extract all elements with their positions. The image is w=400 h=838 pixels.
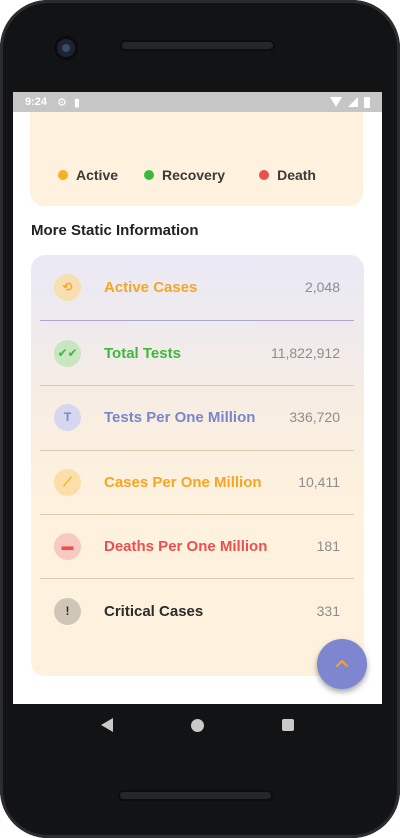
trending-up-icon: ⟋: [54, 468, 81, 496]
bottom-speaker: [118, 790, 273, 801]
bed-icon: ▬: [54, 532, 81, 560]
home-icon[interactable]: [191, 718, 204, 732]
chart-legend: Active Recovery Death: [58, 167, 316, 183]
chart-legend-card: Active Recovery Death: [30, 112, 363, 206]
signal-icon: [348, 97, 358, 107]
stat-label: Critical Cases: [104, 602, 204, 620]
t-letter-icon: T: [54, 403, 81, 431]
earpiece-speaker: [120, 40, 275, 51]
legend-label-active: Active: [76, 167, 119, 183]
status-indicators: [330, 96, 370, 108]
stat-row-deaths-per-million[interactable]: ▬ Deaths Per One Million 181: [31, 514, 364, 579]
stat-label: Cases Per One Million: [104, 473, 262, 491]
legend-label-recovery: Recovery: [162, 167, 226, 183]
double-check-icon: ✔✔: [54, 339, 81, 367]
chevron-up-icon: [336, 660, 348, 667]
stat-value: 181: [316, 538, 340, 555]
stat-value: 11,822,912: [270, 345, 340, 362]
status-bar: 9:24 ⚙ ▮: [13, 92, 382, 112]
stat-row-total-tests[interactable]: ✔✔ Total Tests 11,822,912: [31, 321, 364, 386]
stat-value: 336,720: [289, 409, 340, 426]
stat-row-critical-cases[interactable]: ! Critical Cases 331: [31, 579, 364, 644]
sd-card-icon: ▮: [73, 96, 80, 109]
legend-item-death: Death: [259, 167, 316, 183]
stat-label: Total Tests: [104, 344, 181, 362]
static-info-card: ⟲ Active Cases 2,048 ✔✔ Total Tests 11,8…: [31, 255, 364, 676]
history-icon: ⟲: [54, 273, 81, 301]
battery-icon: [364, 96, 370, 108]
gear-icon: ⚙: [57, 96, 67, 109]
legend-label-death: Death: [277, 167, 316, 183]
wifi-icon: [330, 97, 342, 107]
stat-label: Active Cases: [104, 278, 198, 296]
status-time: 9:24: [25, 96, 48, 108]
stat-value: 331: [316, 603, 340, 620]
stat-row-active-cases[interactable]: ⟲ Active Cases 2,048: [31, 255, 364, 320]
screen: 9:24 ⚙ ▮ Active Recovery Death More Stat…: [13, 92, 382, 704]
back-icon[interactable]: [101, 718, 113, 732]
front-camera: [57, 39, 75, 57]
legend-dot-recovery: [144, 170, 155, 180]
scroll-content[interactable]: Active Recovery Death More Static Inform…: [13, 112, 382, 704]
legend-item-active: Active: [58, 167, 118, 183]
alert-icon: !: [54, 597, 81, 625]
legend-dot-death: [259, 170, 270, 180]
stat-row-tests-per-million[interactable]: T Tests Per One Million 336,720: [31, 385, 364, 450]
stat-value: 2,048: [304, 279, 340, 296]
system-navigation-bar: [13, 704, 382, 746]
stat-label: Deaths Per One Million: [104, 537, 268, 555]
section-title: More Static Information: [31, 222, 199, 239]
legend-item-recovery: Recovery: [144, 167, 225, 183]
stat-value: 10,411: [298, 474, 340, 491]
stat-label: Tests Per One Million: [104, 408, 256, 426]
phone-frame: 9:24 ⚙ ▮ Active Recovery Death More Stat…: [0, 0, 400, 838]
scroll-to-top-button[interactable]: [317, 639, 367, 689]
stat-row-cases-per-million[interactable]: ⟋ Cases Per One Million 10,411: [31, 450, 364, 515]
legend-dot-active: [58, 170, 68, 180]
recent-apps-icon[interactable]: [282, 719, 294, 731]
